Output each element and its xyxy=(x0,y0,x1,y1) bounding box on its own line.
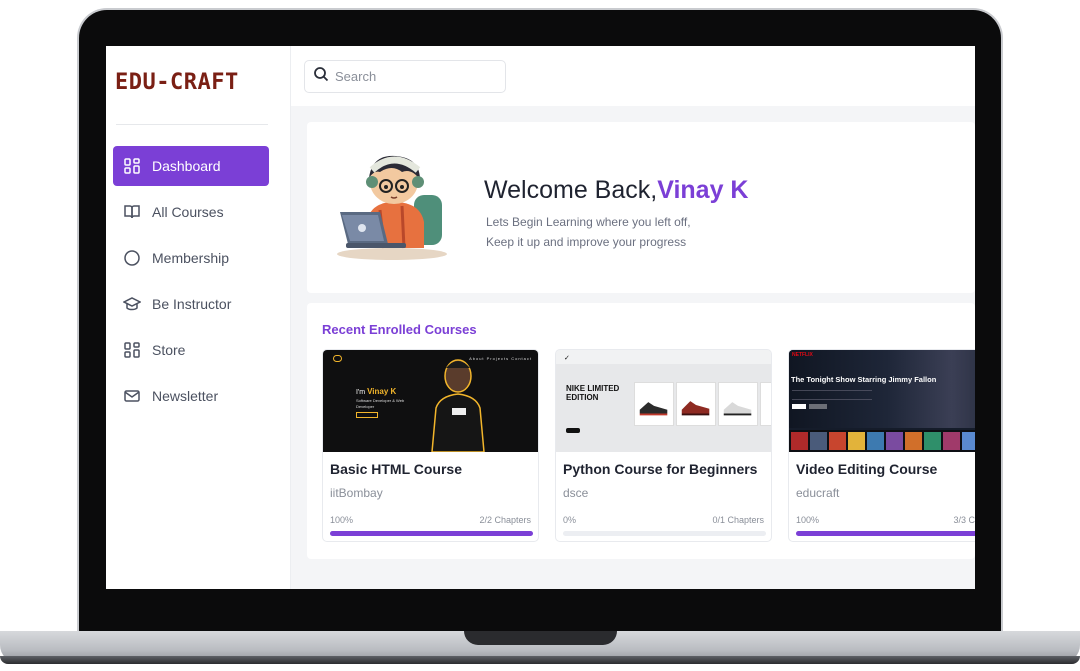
thumbnail-button xyxy=(566,428,580,433)
thumbnail-play-button xyxy=(792,404,806,409)
course-percent: 100% xyxy=(796,515,820,525)
welcome-subtext: Lets Begin Learning where you left off, … xyxy=(486,212,691,252)
thumbnail-brand: NETFLIX xyxy=(792,352,813,358)
recent-courses-panel: Recent Enrolled Courses About Projects C… xyxy=(307,303,975,559)
top-bar xyxy=(291,46,975,106)
progress-bar xyxy=(330,531,533,536)
thumbnail-hi: I'm xyxy=(356,389,366,396)
progress-fill xyxy=(796,531,975,536)
poster-tile xyxy=(943,432,960,450)
poster-tile xyxy=(886,432,903,450)
grid-icon xyxy=(123,341,141,359)
sidebar: EDU-CRAFT Dashboard All Courses Membersh… xyxy=(106,46,291,589)
welcome-greeting: Welcome Back, xyxy=(484,176,658,204)
course-org: educraft xyxy=(796,486,840,500)
student-illustration xyxy=(332,150,457,265)
course-chapters: 0/1 Chapters xyxy=(712,515,764,525)
search-box[interactable] xyxy=(304,60,506,93)
thumbnail-greeting: I'm Vinay K xyxy=(356,387,396,396)
laptop-notch xyxy=(464,631,617,645)
sidebar-item-label: All Courses xyxy=(152,204,224,220)
sidebar-nav: Dashboard All Courses Membership Be Inst… xyxy=(113,146,269,422)
thumbnail-name: Vinay K xyxy=(367,387,397,396)
sidebar-divider xyxy=(116,124,268,125)
laptop-base-edge xyxy=(0,656,1080,664)
app-screen: EDU-CRAFT Dashboard All Courses Membersh… xyxy=(106,46,975,589)
sidebar-item-label: Be Instructor xyxy=(152,296,232,312)
sidebar-item-all-courses[interactable]: All Courses xyxy=(113,192,269,232)
sidebar-item-membership[interactable]: Membership xyxy=(113,238,269,278)
course-card[interactable]: About Projects Contact I'm Vinay K Softw… xyxy=(322,349,539,542)
sidebar-item-dashboard[interactable]: Dashboard xyxy=(113,146,269,186)
sidebar-item-label: Membership xyxy=(152,250,230,266)
poster-tile xyxy=(962,432,975,450)
progress-bar xyxy=(563,531,766,536)
shoe-thumbnail xyxy=(718,382,758,426)
thumbnail-topbar xyxy=(556,350,771,364)
grid-icon xyxy=(123,157,141,175)
book-icon xyxy=(123,203,141,221)
welcome-card: Welcome Back,Vinay K Lets Begin Learning… xyxy=(307,122,975,293)
course-card[interactable]: ✓ NIKE LIMITED EDITION Python Course for… xyxy=(555,349,772,542)
poster-tile xyxy=(848,432,865,450)
sidebar-item-label: Newsletter xyxy=(152,388,219,404)
thumbnail-role: Software Developer & Web Developer xyxy=(356,398,405,409)
shoe-thumbnail xyxy=(676,382,716,426)
poster-tile xyxy=(905,432,922,450)
poster-tile xyxy=(867,432,884,450)
course-thumbnail: NETFLIX The Tonight Show Starring Jimmy … xyxy=(789,350,975,452)
course-org: iitBombay xyxy=(330,486,383,500)
search-input[interactable] xyxy=(335,69,495,84)
course-title: Video Editing Course xyxy=(796,461,938,477)
course-thumbnail: ✓ NIKE LIMITED EDITION xyxy=(556,350,771,452)
course-percent: 100% xyxy=(330,515,354,525)
sidebar-item-newsletter[interactable]: Newsletter xyxy=(113,376,269,416)
section-title: Recent Enrolled Courses xyxy=(322,322,477,337)
progress-fill xyxy=(330,531,533,536)
course-chapters: 2/2 Chapters xyxy=(479,515,531,525)
welcome-heading: Welcome Back,Vinay K xyxy=(484,176,748,205)
thumbnail-hero xyxy=(789,350,975,428)
progress-bar xyxy=(796,531,975,536)
thumbnail-button xyxy=(356,412,378,418)
thumbnail-description xyxy=(792,390,872,400)
poster-tile xyxy=(810,432,827,450)
poster-tile xyxy=(791,432,808,450)
sidebar-item-store[interactable]: Store xyxy=(113,330,269,370)
person-figure-icon xyxy=(431,359,485,452)
course-org: dsce xyxy=(563,486,589,500)
graduation-cap-icon xyxy=(123,295,141,313)
sidebar-item-label: Store xyxy=(152,342,186,358)
sidebar-item-be-instructor[interactable]: Be Instructor xyxy=(113,284,269,324)
course-card[interactable]: NETFLIX The Tonight Show Starring Jimmy … xyxy=(788,349,975,542)
user-name: Vinay K xyxy=(657,176,749,204)
poster-tile xyxy=(829,432,846,450)
course-title: Python Course for Beginners xyxy=(563,461,758,477)
thumbnail-show-title: The Tonight Show Starring Jimmy Fallon xyxy=(791,375,937,384)
thumbnail-headline: NIKE LIMITED EDITION xyxy=(566,384,620,402)
welcome-line-2: Keep it up and improve your progress xyxy=(486,235,687,249)
swoosh-logo-icon: ✓ xyxy=(564,355,570,362)
shoe-thumbnail xyxy=(634,382,674,426)
search-icon xyxy=(313,66,329,87)
course-title: Basic HTML Course xyxy=(330,461,462,477)
course-chapters: 3/3 Chapters xyxy=(953,515,975,525)
app-logo[interactable]: EDU-CRAFT xyxy=(115,70,239,95)
course-thumbnail: About Projects Contact I'm Vinay K Softw… xyxy=(323,350,538,452)
sidebar-item-label: Dashboard xyxy=(152,158,221,174)
poster-tile xyxy=(924,432,941,450)
circle-icon xyxy=(123,249,141,267)
thumbnail-info-button xyxy=(809,404,827,409)
mail-icon xyxy=(123,387,141,405)
welcome-line-1: Lets Begin Learning where you left off, xyxy=(486,215,691,229)
shoe-thumbnail xyxy=(760,382,771,426)
course-percent: 0% xyxy=(563,515,577,525)
portfolio-logo-icon xyxy=(333,355,342,362)
